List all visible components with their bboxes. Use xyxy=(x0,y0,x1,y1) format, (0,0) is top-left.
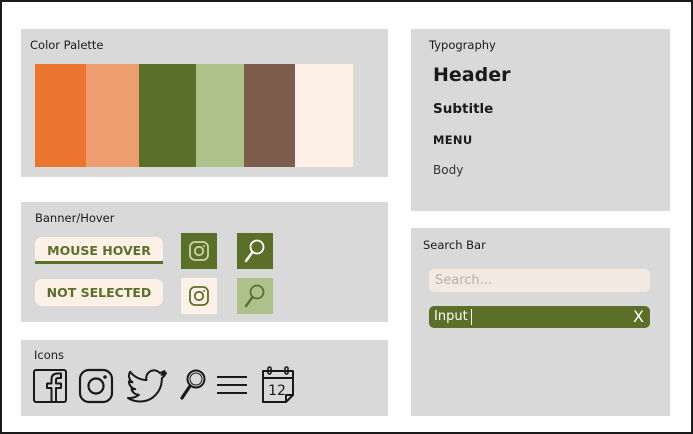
facebook-icon[interactable] xyxy=(32,368,68,404)
text-caret xyxy=(471,309,472,325)
clear-search-button[interactable]: X xyxy=(633,307,644,326)
color-palette-title: Color Palette xyxy=(30,38,104,52)
icons-title: Icons xyxy=(34,348,65,362)
color-swatches xyxy=(35,64,353,167)
banner-hover-panel: Banner/Hover MOUSE HOVER NOT SELECTED xyxy=(21,202,388,322)
typography-menu-sample: MENU xyxy=(433,133,473,147)
not-selected-button[interactable]: NOT SELECTED xyxy=(35,279,163,306)
typography-body-sample: Body xyxy=(433,163,464,177)
search-input[interactable] xyxy=(429,269,650,292)
not-selected-label: NOT SELECTED xyxy=(46,285,152,300)
swatch-light-green xyxy=(196,64,244,167)
color-palette-panel: Color Palette xyxy=(21,29,388,177)
search-bar-title: Search Bar xyxy=(423,238,486,252)
search-icon[interactable] xyxy=(178,368,208,402)
instagram-icon xyxy=(189,286,209,306)
typography-title: Typography xyxy=(429,38,496,52)
search-bar-panel: Search Bar Input X xyxy=(411,228,670,416)
search-icon xyxy=(244,239,265,263)
swatch-dark-green xyxy=(139,64,196,167)
typography-panel: Typography Header Subtitle MENU Body xyxy=(411,29,670,211)
swatch-light-orange xyxy=(86,64,139,167)
typography-subtitle-sample: Subtitle xyxy=(433,101,494,117)
canvas-frame: Color Palette Typography Header Subtitle… xyxy=(0,0,693,434)
search-input-active[interactable]: Input X xyxy=(429,306,650,328)
hover-underline xyxy=(35,261,163,264)
search-hover-button[interactable] xyxy=(237,233,273,269)
menu-icon[interactable] xyxy=(215,368,249,402)
mouse-hover-button[interactable]: MOUSE HOVER xyxy=(35,237,163,264)
calendar-day: 12 xyxy=(268,383,286,399)
icons-panel: Icons 12 xyxy=(21,340,388,416)
search-normal-button[interactable] xyxy=(237,278,273,314)
banner-hover-title: Banner/Hover xyxy=(35,211,115,225)
calendar-icon[interactable]: 12 xyxy=(260,365,296,405)
swatch-cream xyxy=(295,64,353,167)
search-input-value: Input xyxy=(434,309,468,324)
search-icon xyxy=(244,284,265,308)
mouse-hover-label: MOUSE HOVER xyxy=(47,243,151,258)
instagram-icon[interactable] xyxy=(78,368,114,404)
typography-header-sample: Header xyxy=(433,64,511,86)
instagram-icon xyxy=(189,241,209,261)
instagram-normal-button[interactable] xyxy=(181,278,217,314)
swatch-orange xyxy=(35,64,86,167)
swatch-brown xyxy=(244,64,295,167)
instagram-hover-button[interactable] xyxy=(181,233,217,269)
twitter-icon[interactable] xyxy=(126,368,168,404)
